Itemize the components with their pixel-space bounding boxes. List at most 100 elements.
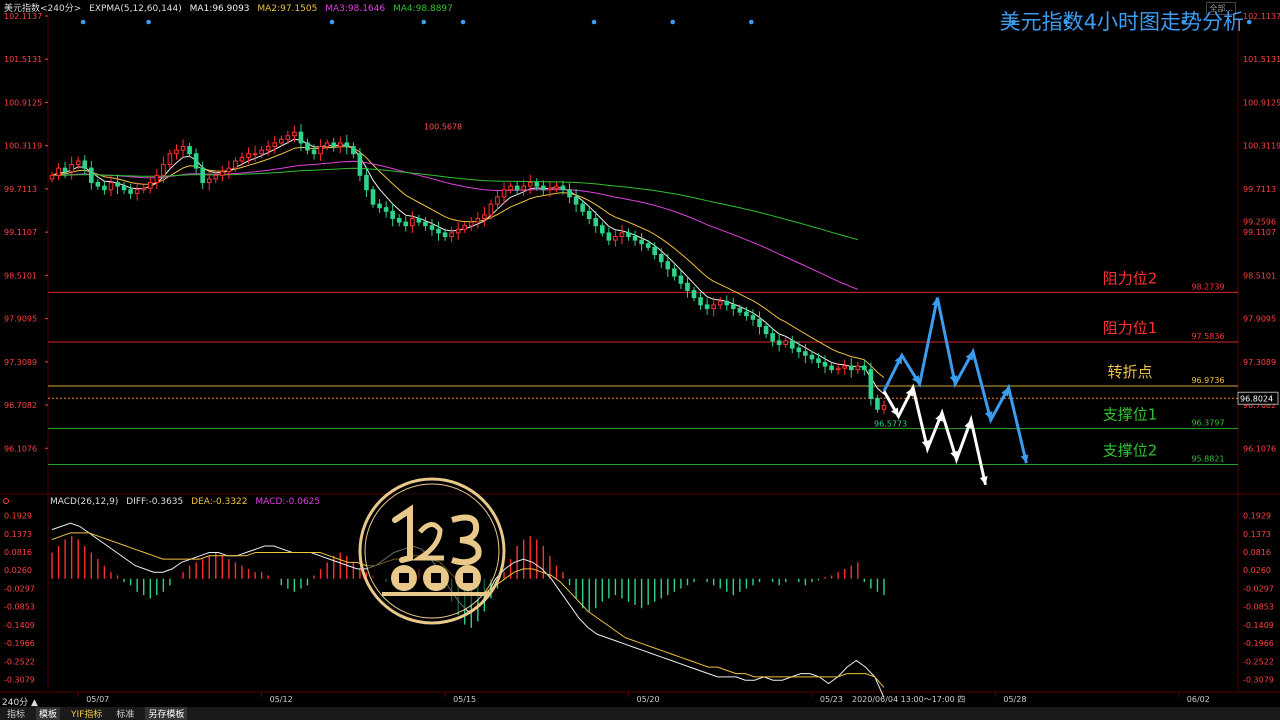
candle-body: [370, 189, 376, 205]
macd-y-tick-right: -0.0853: [1243, 603, 1274, 612]
candle-body: [534, 182, 540, 187]
candle-body: [658, 253, 664, 263]
event-dot: [80, 19, 86, 25]
ma-line-3: [51, 160, 858, 290]
tab-template[interactable]: 模板: [36, 707, 61, 720]
candle-body: [193, 153, 199, 169]
candle-body: [161, 164, 166, 176]
candle-body: [757, 318, 762, 327]
candle-body: [174, 149, 179, 155]
candle-body: [154, 174, 160, 184]
candle-body: [436, 228, 441, 234]
y-tick-left: 97.3089: [4, 358, 37, 367]
candle-body: [292, 131, 297, 137]
ma1-label: MA1:96.9093: [189, 4, 250, 14]
candle-body: [842, 365, 847, 369]
candle-body: [672, 268, 677, 277]
y-tick-right: 97.3089: [1243, 358, 1276, 367]
candle-body: [875, 397, 880, 410]
y-tick-left: 101.5131: [4, 55, 42, 64]
macd-diff: DIFF:-0.3635: [126, 497, 184, 507]
tab-save-template[interactable]: 另存模板: [145, 707, 188, 720]
current-price-label: 96.8024: [1240, 394, 1273, 403]
macd-y-tick-right: -0.0297: [1243, 584, 1274, 593]
y-tick-left: 100.9125: [4, 98, 42, 107]
event-dot: [1246, 19, 1252, 25]
candle-body: [187, 146, 192, 155]
x-tick-label: 05/28: [1003, 695, 1026, 704]
level-value-label: 96.9736: [1191, 376, 1224, 385]
tab-indicators[interactable]: 指标: [4, 707, 28, 720]
candle-body: [305, 142, 310, 151]
candle-body: [56, 167, 61, 176]
x-tick-label: 06/02: [1187, 695, 1210, 704]
candle-body: [829, 365, 834, 371]
macd-y-tick-right: -0.3079: [1243, 675, 1274, 684]
macd-y-tick-left: -0.1966: [4, 639, 35, 648]
candle-body: [704, 304, 710, 309]
candle-body: [822, 361, 828, 367]
candle-body: [855, 365, 861, 371]
macd-header: MACD(26,12,9) DIFF:-0.3635 DEA:-0.3322 M…: [50, 497, 325, 507]
candle-body: [449, 232, 454, 238]
candle-body: [200, 167, 205, 184]
tab-standard[interactable]: 标准: [113, 707, 137, 720]
candle-body: [462, 225, 468, 230]
y-tick-right: 99.1107: [1243, 228, 1276, 237]
macd-value: MACD:-0.0625: [255, 497, 321, 507]
candle-body: [416, 218, 422, 223]
candle-body: [599, 225, 605, 234]
y-tick-left: 96.7082: [4, 401, 37, 410]
level-value-label: 97.5836: [1191, 332, 1224, 341]
candle-body: [711, 304, 716, 309]
macd-name[interactable]: MACD(26,12,9): [50, 497, 118, 507]
y-tick-right: 98.5101: [1243, 271, 1276, 280]
macd-y-tick-right: -0.2522: [1243, 657, 1274, 666]
y-tick-right: 100.9125: [1243, 98, 1280, 107]
macd-y-tick-left: -0.3079: [4, 675, 35, 684]
candle-body: [272, 142, 278, 148]
candle-body: [685, 282, 690, 291]
macd-dea: DEA:-0.3322: [191, 497, 248, 507]
candle-body: [213, 174, 219, 180]
candle-body: [246, 153, 251, 158]
macd-settings-icon: [3, 498, 9, 504]
candle-body: [134, 189, 140, 194]
candle-body: [180, 146, 186, 151]
y-tick-left: 99.7113: [4, 185, 37, 194]
candle-body: [554, 185, 559, 189]
candle-body: [475, 218, 481, 223]
y-tick-right: 102.1137: [1243, 12, 1280, 21]
x-tick-label: 05/23: [820, 695, 843, 704]
candle-body: [776, 340, 782, 345]
candle-body: [285, 135, 291, 140]
candle-body: [593, 218, 599, 227]
macd-y-tick-left: 0.0260: [4, 566, 32, 575]
candle-body: [265, 146, 271, 151]
candle-body: [226, 167, 232, 173]
candle-body: [318, 146, 323, 155]
event-dot: [421, 19, 427, 25]
candle-body: [521, 185, 526, 191]
candle-body: [311, 149, 317, 155]
indicator-label[interactable]: EXPMA(5,12,60,144): [89, 4, 182, 14]
x-tick-label: 05/12: [270, 695, 293, 704]
candle-body: [69, 164, 74, 173]
candle-body: [147, 182, 153, 189]
candle-body: [691, 289, 697, 299]
candle-body: [580, 203, 585, 212]
candle-body: [678, 275, 684, 284]
candle-body: [750, 315, 756, 320]
candle-body: [698, 297, 703, 306]
candle-body: [632, 236, 638, 241]
tab-yif[interactable]: YIF指标: [68, 707, 105, 720]
event-dot: [146, 19, 151, 25]
ma-line-2: [51, 146, 885, 378]
symbol-label[interactable]: 美元指数<240分>: [4, 4, 81, 14]
candle-body: [337, 142, 343, 148]
ma-line-1: [51, 138, 885, 395]
candle-body: [619, 232, 625, 238]
watermark-logo: [358, 477, 506, 625]
candle-body: [429, 225, 435, 230]
macd-y-tick-left: 0.1373: [4, 530, 32, 539]
